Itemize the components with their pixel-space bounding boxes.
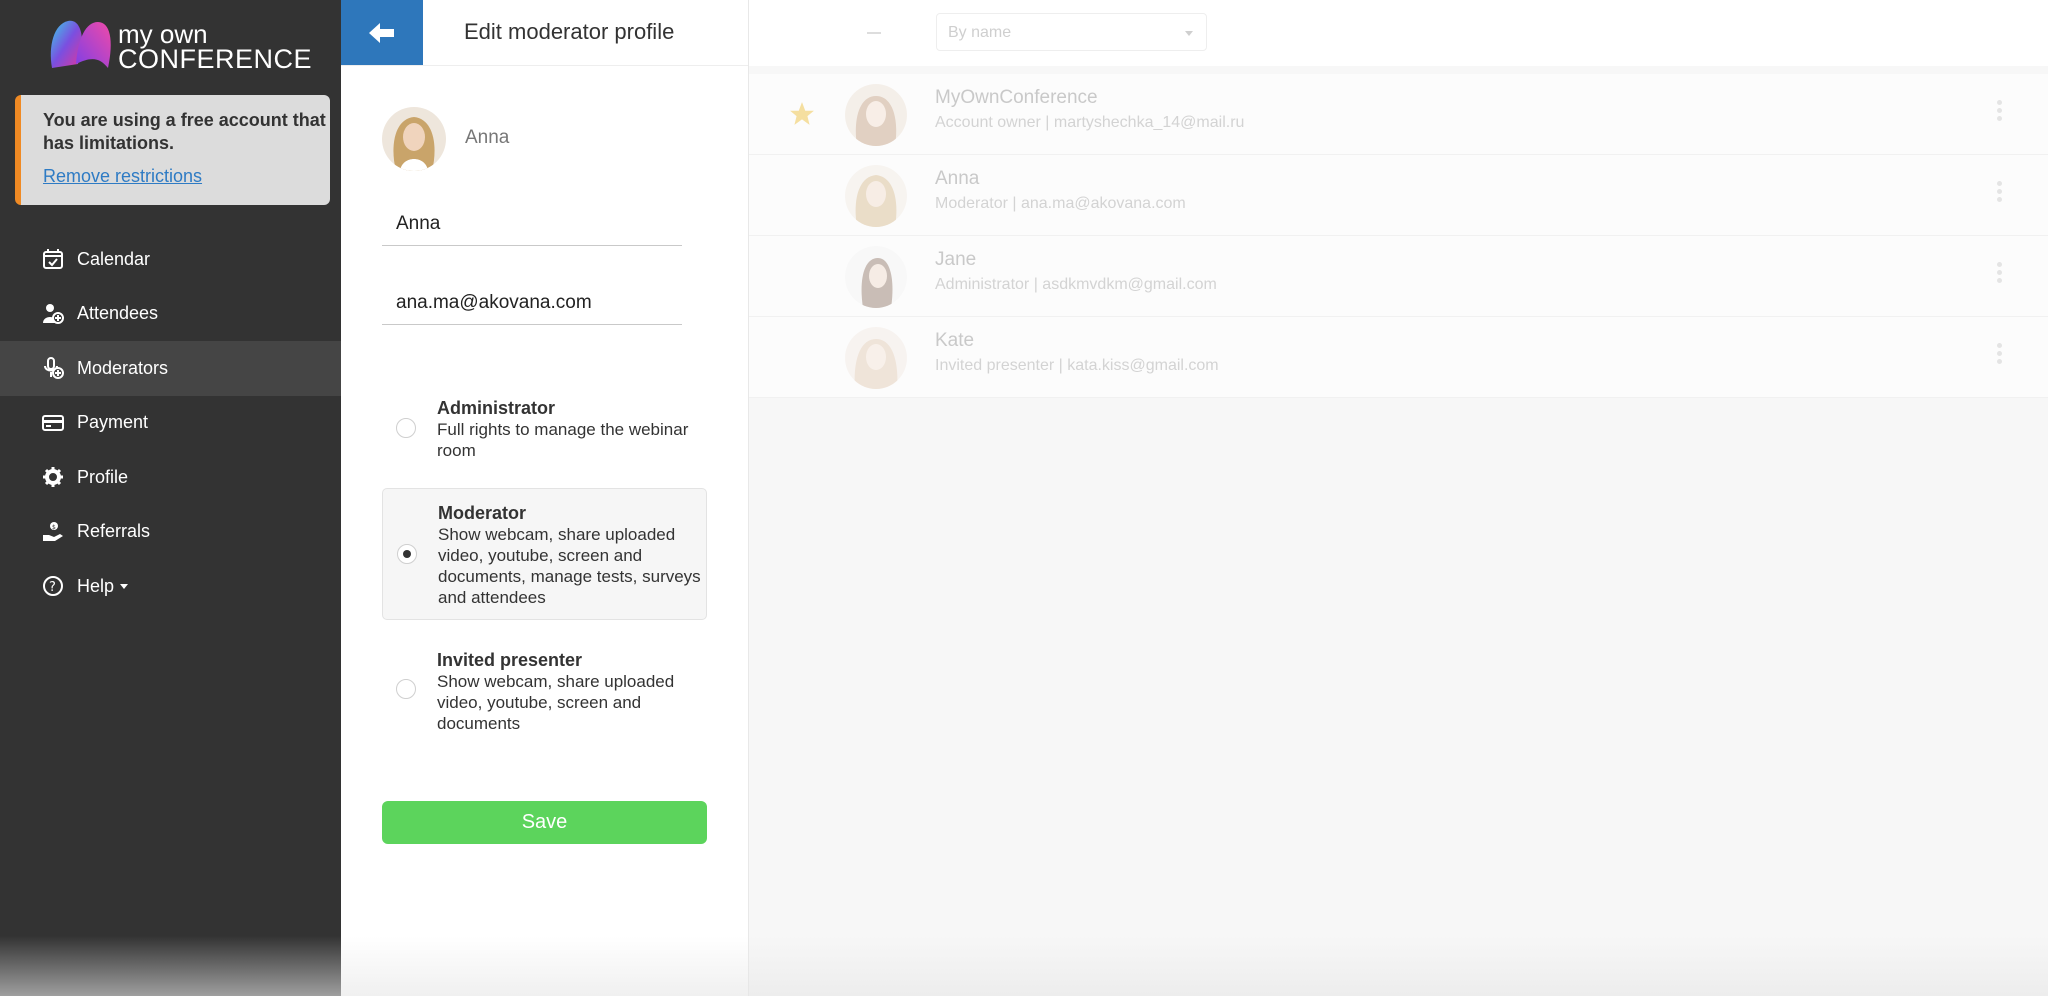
avatar [845,246,907,308]
attendees-icon [40,301,66,327]
remove-restrictions-link[interactable]: Remove restrictions [43,166,202,187]
chevron-down-icon [1185,31,1193,36]
avatar [845,84,907,146]
chevron-down-icon [120,583,129,589]
edit-moderator-panel: Edit moderator profile Anna Administrato… [341,0,748,996]
more-options-icon[interactable] [1997,262,2003,283]
sidebar-item-label: Calendar [77,248,151,269]
moderators-list-area: By name MyOwnConference Account owner | … [748,0,2048,996]
sidebar-item-moderators[interactable]: Moderators [0,341,341,396]
sidebar-item-label: Profile [77,466,129,487]
role-radio-selected[interactable] [397,544,417,564]
moderator-row[interactable]: Jane Administrator | asdkmvdkm@gmail.com [749,236,2048,317]
moderator-row[interactable]: Anna Moderator | ana.ma@akovana.com [749,155,2048,236]
moderator-details: Administrator | asdkmvdkm@gmail.com [935,276,1217,293]
role-option-moderator[interactable]: Moderator Show webcam, share uploaded vi… [382,488,707,620]
free-account-alert: You are using a free account that has li… [15,95,330,205]
sidebar-item-label: Payment [77,412,149,433]
more-options-icon[interactable] [1997,100,2003,121]
help-icon: ? [40,573,66,599]
sidebar-item-label: Moderators [77,357,169,378]
sidebar-item-label: Help [77,575,115,596]
brand-logo[interactable]: my own CONFERENCE [48,18,312,74]
sidebar-item-help[interactable]: ? Help [0,559,341,614]
brand-line2: CONFERENCE [118,44,313,74]
moderator-name: MyOwnConference [935,87,1098,108]
gear-icon [40,464,66,490]
sidebar-item-attendees[interactable]: Attendees [0,287,341,342]
referrals-icon: $ [40,519,66,545]
moderator-details: Invited presenter | kata.kiss@gmail.com [935,357,1219,374]
more-options-icon[interactable] [1997,343,2003,364]
role-option-invited-presenter[interactable]: Invited presenter Show webcam, share upl… [382,636,707,736]
list-toolbar: By name [749,0,2048,66]
moderator-name: Anna [935,168,980,189]
sidebar-item-calendar[interactable]: Calendar [0,232,341,287]
calendar-icon [40,246,66,272]
arrow-left-icon [369,22,394,43]
brand-logo-icon [50,20,111,68]
panel-title: Edit moderator profile [464,19,675,44]
sidebar-item-label: Referrals [77,521,151,542]
svg-text:?: ? [49,580,56,595]
save-button[interactable]: Save [382,801,707,844]
role-title: Administrator [437,398,556,418]
sidebar: my own CONFERENCE You are using a free a… [0,0,341,996]
role-description: Full rights to manage the webinar room [437,420,689,460]
divider [341,65,748,66]
email-field[interactable] [382,281,682,325]
sidebar-item-profile[interactable]: Profile [0,450,341,505]
role-radio[interactable] [396,679,416,699]
star-icon [789,101,815,132]
avatar [845,165,907,227]
role-title: Invited presenter [437,650,583,670]
sidebar-item-referrals[interactable]: $ Referrals [0,505,341,560]
minus-icon [867,32,881,34]
payment-icon [40,410,66,436]
sort-select-value: By name [948,24,1012,41]
moderator-row[interactable]: MyOwnConference Account owner | martyshe… [749,74,2048,155]
more-options-icon[interactable] [1997,181,2003,202]
moderator-name: Kate [935,330,975,351]
sidebar-item-label: Attendees [77,303,159,324]
moderators-icon [40,355,66,381]
moderator-details: Account owner | martyshechka_14@mail.ru [935,114,1245,131]
alert-message: You are using a free account that has li… [43,110,326,153]
role-title: Moderator [438,503,527,523]
sort-select[interactable]: By name [936,13,1207,51]
sidebar-item-payment[interactable]: Payment [0,396,341,451]
back-button[interactable] [341,0,423,65]
moderator-details: Moderator | ana.ma@akovana.com [935,195,1186,212]
role-radio[interactable] [396,418,416,438]
role-option-administrator[interactable]: Administrator Full rights to manage the … [382,387,707,467]
avatar[interactable] [382,107,446,171]
moderator-row[interactable]: Kate Invited presenter | kata.kiss@gmail… [749,317,2048,398]
moderator-name: Jane [935,249,977,270]
role-description: Show webcam, share uploaded video, youtu… [438,525,701,607]
role-description: Show webcam, share uploaded video, youtu… [437,672,675,733]
name-field[interactable] [382,202,682,246]
avatar [845,327,907,389]
avatar-name: Anna [465,127,510,148]
sidebar-nav: Calendar Attendees Moderators Payment Pr… [0,232,341,614]
svg-text:$: $ [52,524,56,531]
